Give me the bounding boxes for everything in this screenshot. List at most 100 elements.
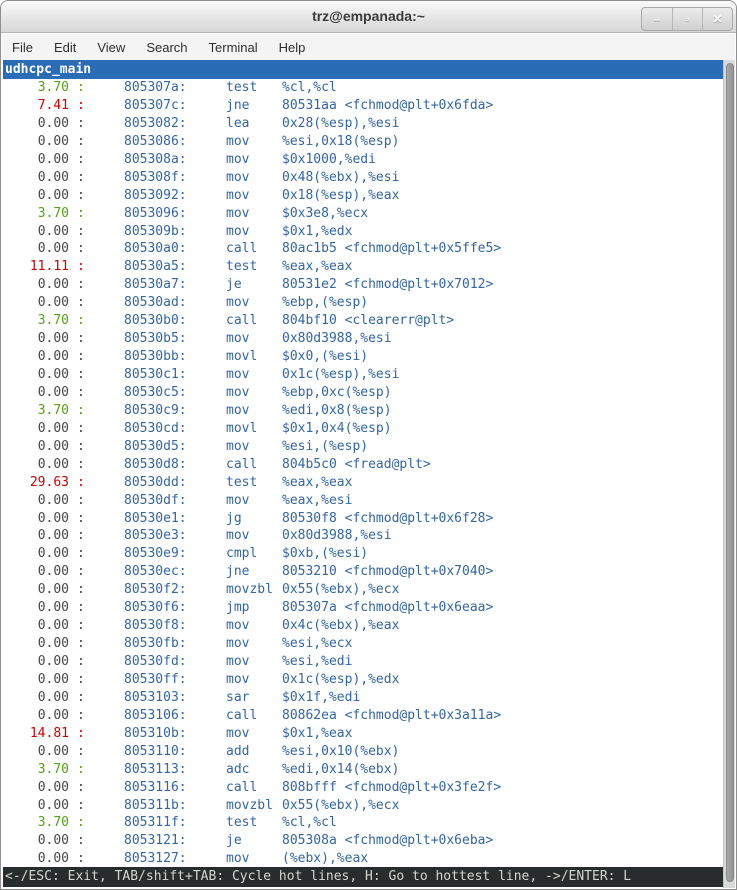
asm-row[interactable]: 0.00:80530e9:cmpl$0xb,(%esi) (3, 545, 723, 563)
instruction-mnemonic: test (226, 814, 282, 832)
asm-row[interactable]: 0.00:80530fd:mov%esi,%edi (3, 653, 723, 671)
menu-edit[interactable]: Edit (54, 40, 76, 55)
instruction-operands: 804b5c0 <fread@plt> (282, 456, 723, 474)
instruction-mnemonic: mov (226, 223, 282, 241)
instruction-address: 80530fb: (124, 635, 226, 653)
asm-row[interactable]: 3.70:805311f:test%cl,%cl (3, 814, 723, 832)
instruction-mnemonic: mov (226, 133, 282, 151)
asm-row[interactable]: 3.70:80530c9:mov%edi,0x8(%esp) (3, 402, 723, 420)
instruction-mnemonic: jne (226, 563, 282, 581)
sample-percent: 0.00 (3, 294, 69, 312)
asm-row[interactable]: 0.00:8053082:lea0x28(%esp),%esi (3, 115, 723, 133)
asm-row[interactable]: 0.00:805308f:mov0x48(%ebx),%esi (3, 169, 723, 187)
instruction-mnemonic: mov (226, 402, 282, 420)
asm-row[interactable]: 0.00:80530fb:mov%esi,%ecx (3, 635, 723, 653)
menu-file[interactable]: File (12, 40, 33, 55)
asm-row[interactable]: 0.00:80530ad:mov%ebp,(%esp) (3, 294, 723, 312)
instruction-operands: 0x1c(%esp),%esi (282, 366, 723, 384)
menu-view[interactable]: View (97, 40, 125, 55)
asm-row[interactable]: 0.00:80530a0:call80ac1b5 <fchmod@plt+0x5… (3, 240, 723, 258)
instruction-operands: %eax,%esi (282, 492, 723, 510)
instruction-operands: 80ac1b5 <fchmod@plt+0x5ffe5> (282, 240, 723, 258)
instruction-address: 80530ad: (124, 294, 226, 312)
asm-row[interactable]: 0.00:80530df:mov%eax,%esi (3, 492, 723, 510)
asm-row[interactable]: 0.00:80530f8:mov0x4c(%ebx),%eax (3, 617, 723, 635)
asm-row[interactable]: 0.00:805311b:movzbl0x55(%ebx),%ecx (3, 797, 723, 815)
instruction-operands: $0x1f,%edi (282, 689, 723, 707)
asm-row[interactable]: 7.41:805307c:jne80531aa <fchmod@plt+0x6f… (3, 97, 723, 115)
asm-row[interactable]: 3.70:805307a:test%cl,%cl (3, 79, 723, 97)
instruction-operands: %esi,0x10(%ebx) (282, 743, 723, 761)
maximize-button[interactable]: ▫ (672, 8, 702, 30)
percent-separator: : (69, 545, 124, 563)
asm-row[interactable]: 0.00:80530c5:mov%ebp,0xc(%esp) (3, 384, 723, 402)
asm-row[interactable]: 14.81:805310b:mov$0x1,%eax (3, 725, 723, 743)
asm-row[interactable]: 0.00:80530d8:call804b5c0 <fread@plt> (3, 456, 723, 474)
asm-row[interactable]: 0.00:80530ff:mov0x1c(%esp),%edx (3, 671, 723, 689)
asm-row[interactable]: 0.00:80530c1:mov0x1c(%esp),%esi (3, 366, 723, 384)
asm-row[interactable]: 0.00:8053116:call808bfff <fchmod@plt+0x3… (3, 779, 723, 797)
asm-row[interactable]: 0.00:805309b:mov$0x1,%edx (3, 223, 723, 241)
sample-percent: 0.00 (3, 456, 69, 474)
asm-row[interactable]: 29.63:80530dd:test%eax,%eax (3, 474, 723, 492)
asm-row[interactable]: 0.00:805308a:mov$0x1000,%edi (3, 151, 723, 169)
asm-row[interactable]: 0.00:80530f6:jmp805307a <fchmod@plt+0x6e… (3, 599, 723, 617)
asm-row[interactable]: 0.00:8053092:mov0x18(%esp),%eax (3, 187, 723, 205)
instruction-operands: 80531e2 <fchmod@plt+0x7012> (282, 276, 723, 294)
asm-row[interactable]: 0.00:80530a7:je80531e2 <fchmod@plt+0x701… (3, 276, 723, 294)
asm-row[interactable]: 0.00:80530f2:movzbl0x55(%ebx),%ecx (3, 581, 723, 599)
asm-row[interactable]: 0.00:8053103:sar$0x1f,%edi (3, 689, 723, 707)
instruction-operands: 804bf10 <clearerr@plt> (282, 312, 723, 330)
instruction-mnemonic: call (226, 312, 282, 330)
instruction-operands: 0x55(%ebx),%ecx (282, 581, 723, 599)
scrollbar[interactable] (723, 60, 735, 888)
asm-row[interactable]: 0.00:80530b5:mov0x80d3988,%esi (3, 330, 723, 348)
annotate-symbol-header[interactable]: udhcpc_main (3, 60, 723, 79)
percent-separator: : (69, 599, 124, 617)
instruction-operands: 808bfff <fchmod@plt+0x3fe2f> (282, 779, 723, 797)
sample-percent: 0.00 (3, 599, 69, 617)
instruction-operands: 805308a <fchmod@plt+0x6eba> (282, 832, 723, 850)
sample-percent: 0.00 (3, 689, 69, 707)
asm-row[interactable]: 0.00:8053086:mov%esi,0x18(%esp) (3, 133, 723, 151)
instruction-operands: %edi,0x14(%ebx) (282, 761, 723, 779)
asm-row[interactable]: 0.00:8053121:je805308a <fchmod@plt+0x6eb… (3, 832, 723, 850)
instruction-operands: %esi,(%esp) (282, 438, 723, 456)
asm-row[interactable]: 0.00:80530d5:mov%esi,(%esp) (3, 438, 723, 456)
close-button[interactable]: ✕ (702, 8, 732, 30)
asm-row[interactable]: 0.00:80530bb:movl$0x0,(%esi) (3, 348, 723, 366)
percent-separator: : (69, 258, 124, 276)
sample-percent: 0.00 (3, 581, 69, 599)
instruction-mnemonic: movzbl (226, 797, 282, 815)
instruction-operands: %esi,0x18(%esp) (282, 133, 723, 151)
asm-row[interactable]: 0.00:8053127:mov(%ebx),%eax (3, 850, 723, 868)
percent-separator: : (69, 563, 124, 581)
asm-row[interactable]: 3.70:80530b0:call804bf10 <clearerr@plt> (3, 312, 723, 330)
asm-row[interactable]: 11.11:80530a5:test%eax,%eax (3, 258, 723, 276)
instruction-mnemonic: mov (226, 294, 282, 312)
menu-help[interactable]: Help (279, 40, 306, 55)
asm-row[interactable]: 0.00:8053110:add%esi,0x10(%ebx) (3, 743, 723, 761)
percent-separator: : (69, 169, 124, 187)
menu-search[interactable]: Search (146, 40, 187, 55)
asm-row[interactable]: 0.00:80530e3:mov0x80d3988,%esi (3, 527, 723, 545)
menu-terminal[interactable]: Terminal (209, 40, 258, 55)
instruction-address: 80530a5: (124, 258, 226, 276)
asm-row[interactable]: 3.70:8053113:adc%edi,0x14(%ebx) (3, 761, 723, 779)
instruction-mnemonic: mov (226, 151, 282, 169)
minimize-button[interactable]: – (642, 8, 672, 30)
sample-percent: 3.70 (3, 205, 69, 223)
percent-separator: : (69, 205, 124, 223)
titlebar[interactable]: trz@empanada:~ – ▫ ✕ (1, 1, 736, 33)
instruction-mnemonic: mov (226, 850, 282, 868)
sample-percent: 0.00 (3, 850, 69, 868)
scrollbar-thumb[interactable] (726, 63, 734, 882)
asm-row[interactable]: 0.00:80530e1:jg80530f8 <fchmod@plt+0x6f2… (3, 510, 723, 528)
instruction-mnemonic: mov (226, 438, 282, 456)
asm-row[interactable]: 3.70:8053096:mov$0x3e8,%ecx (3, 205, 723, 223)
terminal-screen[interactable]: udhcpc_main 3.70:805307a:test%cl,%cl7.41… (3, 60, 723, 887)
asm-row[interactable]: 0.00:80530ec:jne8053210 <fchmod@plt+0x70… (3, 563, 723, 581)
asm-row[interactable]: 0.00:8053106:call80862ea <fchmod@plt+0x3… (3, 707, 723, 725)
asm-row[interactable]: 0.00:80530cd:movl$0x1,0x4(%esp) (3, 420, 723, 438)
instruction-mnemonic: mov (226, 653, 282, 671)
